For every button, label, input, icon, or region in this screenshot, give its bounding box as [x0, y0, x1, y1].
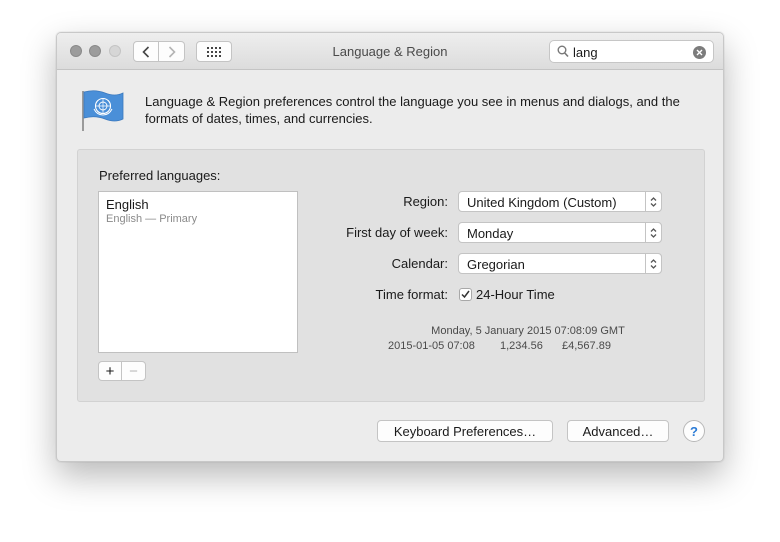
preferred-languages-label: Preferred languages: — [99, 168, 221, 183]
help-button[interactable]: ? — [683, 420, 705, 442]
region-value: United Kingdom (Custom) — [467, 195, 617, 210]
preferences-window: Language & Region Language & Region pref… — [56, 32, 724, 462]
sample-number: 1,234.56 — [500, 340, 543, 352]
time-format-value[interactable]: 24-Hour Time — [476, 287, 555, 302]
titlebar: Language & Region — [57, 33, 723, 70]
add-remove-control: + − — [98, 361, 146, 381]
language-name: English — [106, 197, 149, 212]
remove-language-button[interactable]: − — [122, 361, 146, 381]
time-format-label: Time format: — [375, 287, 448, 302]
sample-date-short: 2015-01-05 07:08 — [388, 340, 475, 352]
language-subtitle: English — Primary — [106, 213, 198, 225]
first-day-label: First day of week: — [346, 225, 448, 240]
updown-arrows-icon — [645, 191, 662, 212]
search-field[interactable] — [549, 40, 714, 63]
region-popup[interactable]: United Kingdom (Custom) — [458, 191, 662, 212]
advanced-button[interactable]: Advanced… — [567, 420, 669, 442]
settings-panel: Preferred languages: English English — P… — [77, 149, 705, 402]
sample-date-long: Monday, 5 January 2015 07:08:09 GMT — [431, 325, 625, 337]
first-day-popup[interactable]: Monday — [458, 222, 662, 243]
un-flag-icon — [82, 90, 124, 131]
checkmark-icon — [461, 290, 470, 299]
clear-icon[interactable] — [693, 46, 706, 59]
first-day-value: Monday — [467, 226, 514, 241]
search-input[interactable] — [573, 44, 689, 60]
updown-arrows-icon — [645, 222, 662, 243]
description-text: Language & Region preferences control th… — [145, 94, 680, 126]
calendar-popup[interactable]: Gregorian — [458, 253, 662, 274]
calendar-value: Gregorian — [467, 257, 525, 272]
updown-arrows-icon — [645, 253, 662, 274]
region-label: Region: — [403, 194, 448, 209]
calendar-label: Calendar: — [391, 256, 448, 271]
keyboard-preferences-button[interactable]: Keyboard Preferences… — [377, 420, 553, 442]
language-list[interactable]: English English — Primary — [98, 191, 298, 353]
list-item[interactable]: English English — Primary — [106, 197, 197, 225]
add-language-button[interactable]: + — [98, 361, 122, 381]
time-format-checkbox[interactable] — [459, 288, 472, 301]
sample-currency: £4,567.89 — [562, 340, 611, 352]
search-icon — [557, 45, 569, 58]
